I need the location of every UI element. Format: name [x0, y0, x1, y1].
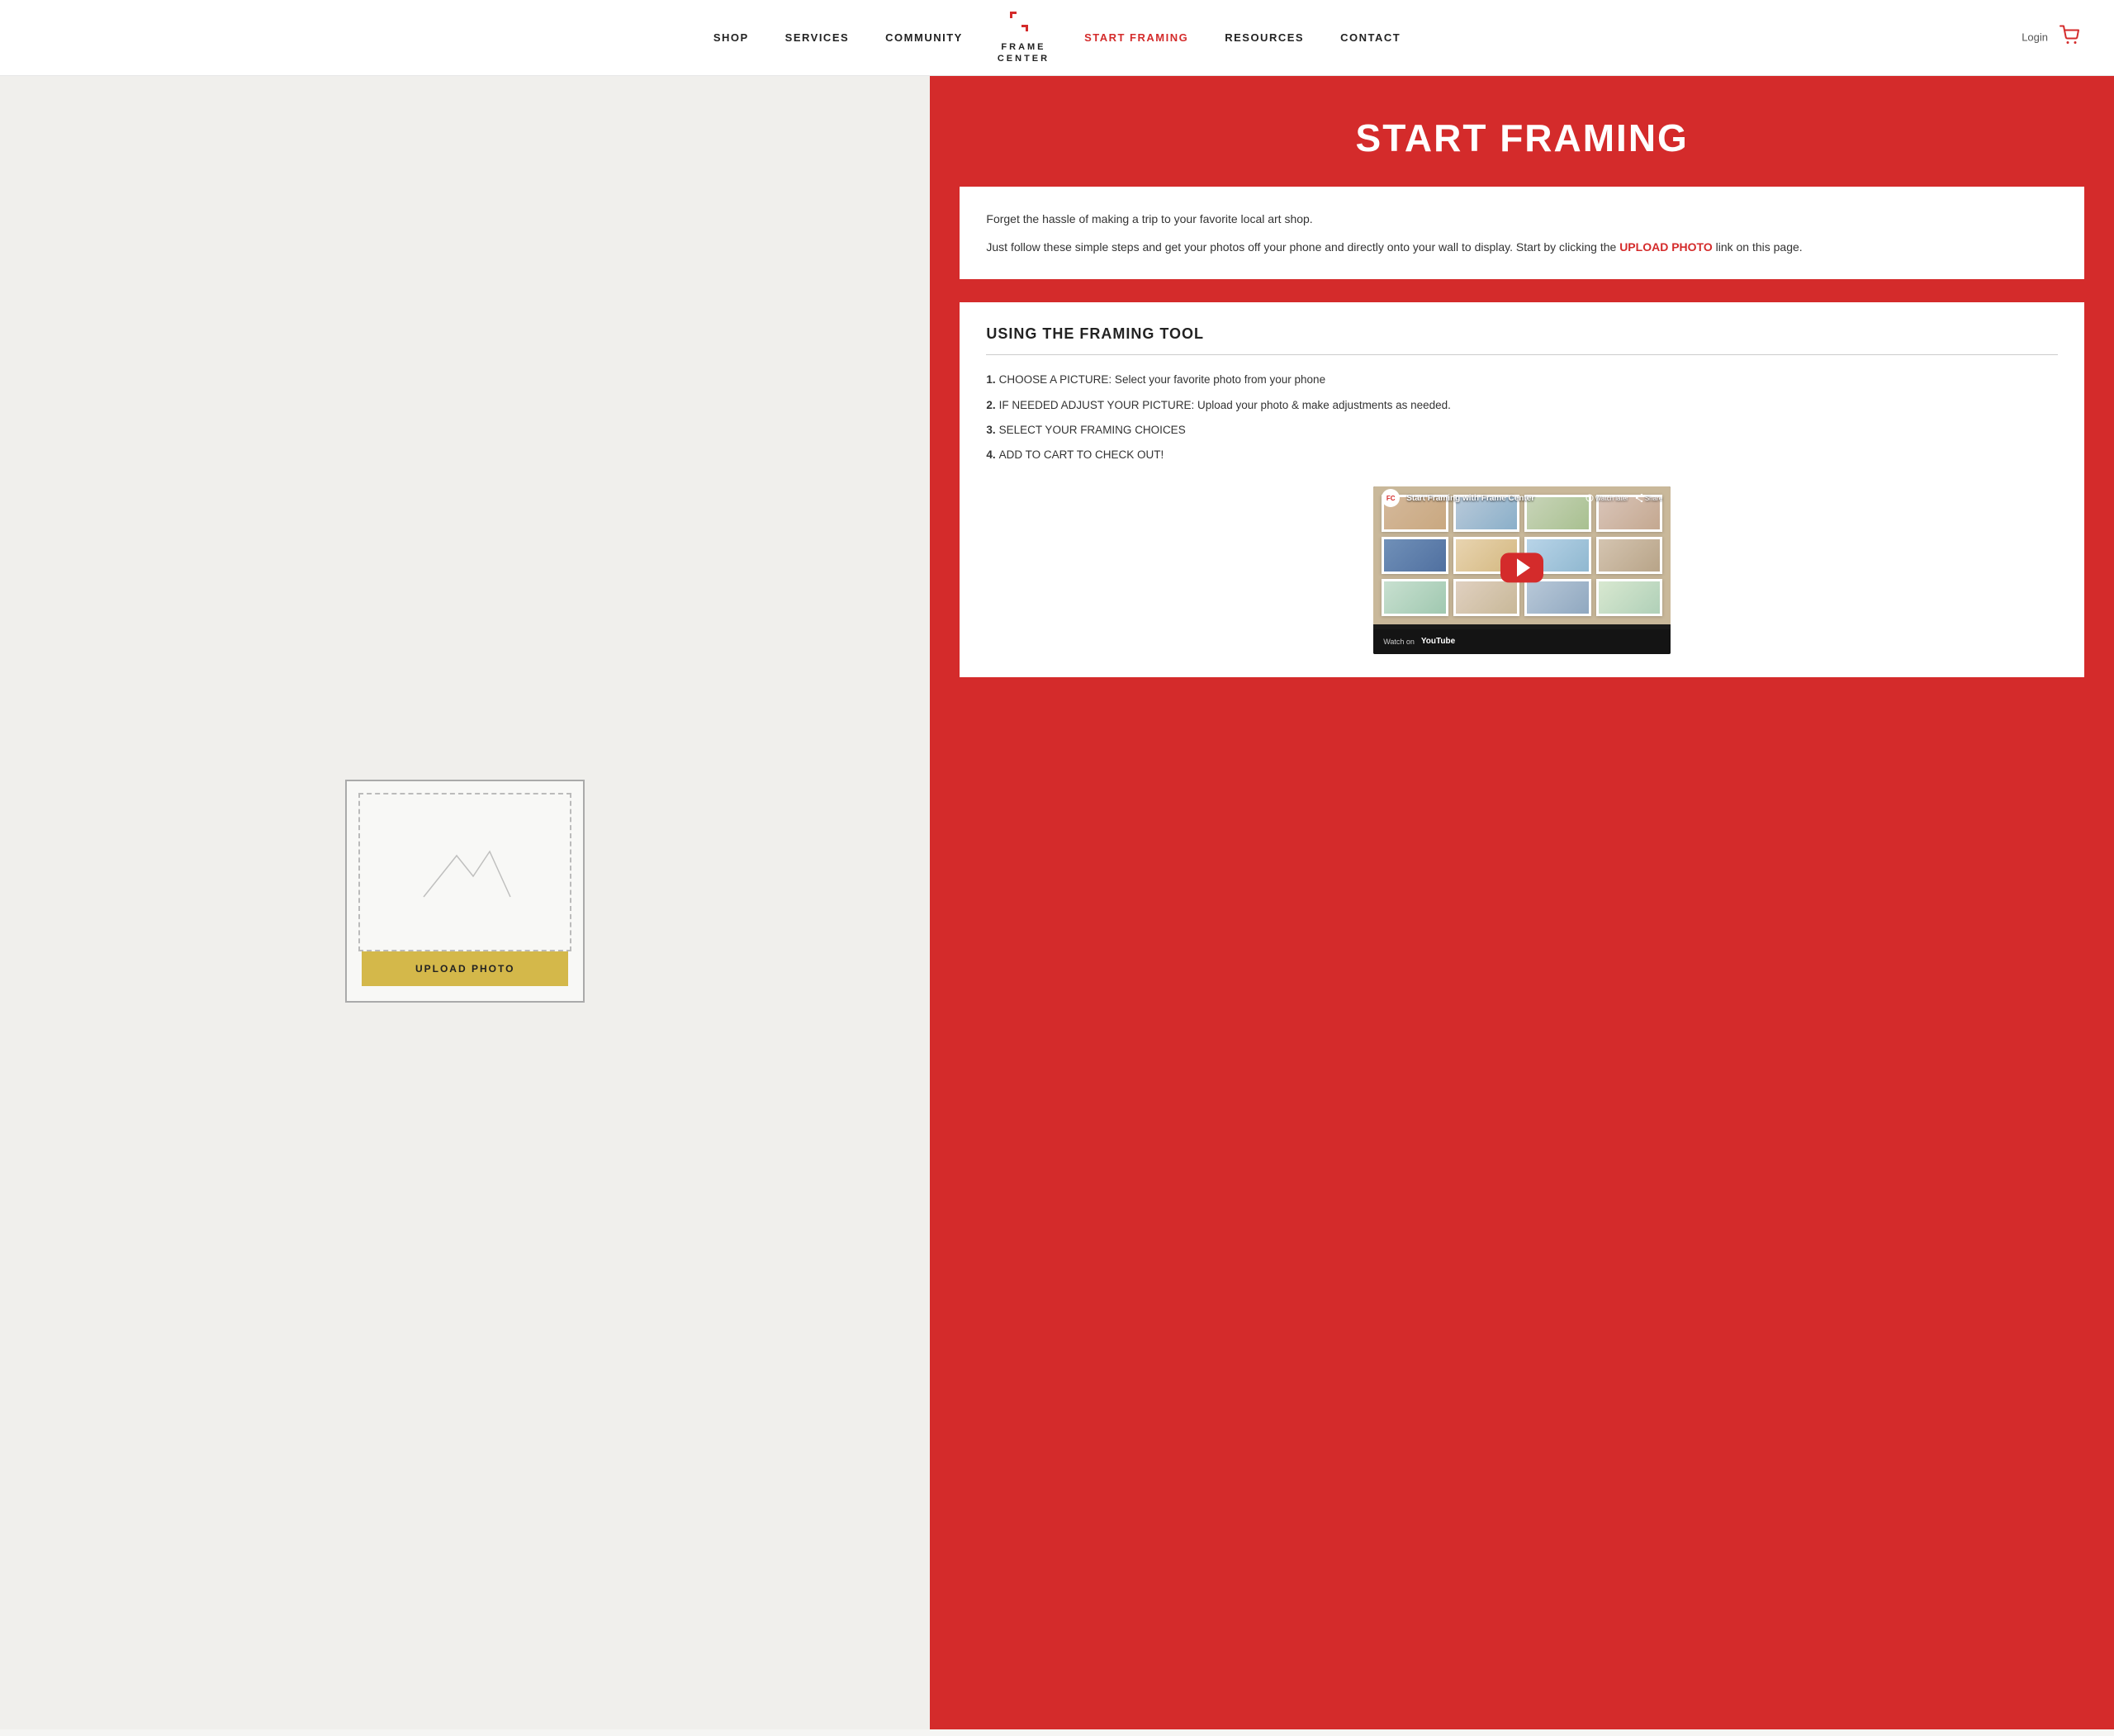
- cart-button[interactable]: [2059, 26, 2081, 50]
- upload-link[interactable]: UPLOAD PHOTO: [1619, 240, 1713, 254]
- intro-para-2: Just follow these simple steps and get y…: [986, 238, 2058, 256]
- watch-later-icon: [1586, 494, 1594, 502]
- watch-on-label: Watch on: [1383, 638, 1415, 646]
- logo-text: FRAMECENTER: [998, 41, 1050, 65]
- logo-icon: [1008, 10, 1038, 40]
- video-title: Start Framing with Frame Center: [1406, 494, 1585, 503]
- step-1: 1.CHOOSE A PICTURE: Select your favorite…: [986, 372, 2058, 388]
- share-icon: [1635, 494, 1643, 502]
- step-3: 3.SELECT YOUR FRAMING CHOICES: [986, 422, 2058, 439]
- nav-item-shop[interactable]: SHOP: [695, 25, 767, 50]
- header: SHOP SERVICES COMMUNITY FRAMECENTER STAR…: [0, 0, 2114, 76]
- main-nav: SHOP SERVICES COMMUNITY FRAMECENTER STAR…: [33, 10, 2081, 65]
- intro-card: Forget the hassle of making a trip to yo…: [960, 187, 2084, 280]
- video-embed[interactable]: FC Start Framing with Frame Center Watch…: [1373, 486, 1671, 654]
- play-button[interactable]: [1500, 553, 1543, 582]
- play-icon: [1517, 558, 1530, 576]
- intro-para-1: Forget the hassle of making a trip to yo…: [986, 210, 2058, 228]
- video-inner: FC Start Framing with Frame Center Watch…: [1373, 486, 1671, 654]
- nav-item-resources[interactable]: RESOURCES: [1206, 25, 1322, 50]
- login-link[interactable]: Login: [2022, 31, 2048, 44]
- framing-card-title: USING THE FRAMING TOOL: [986, 325, 2058, 343]
- step-2: 2.IF NEEDED ADJUST YOUR PICTURE: Upload …: [986, 397, 2058, 414]
- cart-icon: [2059, 26, 2081, 45]
- logo[interactable]: FRAMECENTER: [981, 10, 1066, 65]
- nav-item-community[interactable]: COMMUNITY: [867, 25, 981, 50]
- nav-item-services[interactable]: SERVICES: [767, 25, 868, 50]
- framing-divider: [986, 354, 2058, 355]
- mountain-illustration: [415, 839, 514, 905]
- youtube-logo: YouTube: [1421, 637, 1455, 646]
- right-panel: START FRAMING Forget the hassle of makin…: [930, 76, 2114, 1729]
- photo-frame-inner: [358, 793, 571, 951]
- upload-photo-button[interactable]: UPLOAD PHOTO: [362, 951, 568, 986]
- watch-later-btn[interactable]: Watch later: [1586, 494, 1628, 502]
- video-bottom-bar: Watch on YouTube: [1373, 629, 1671, 654]
- video-topbar: FC Start Framing with Frame Center Watch…: [1373, 486, 1671, 510]
- photo-frame-box: UPLOAD PHOTO: [345, 780, 585, 1003]
- page-title: START FRAMING: [960, 116, 2084, 160]
- step-4: 4.ADD TO CART TO CHECK OUT!: [986, 447, 2058, 463]
- video-channel-logo: FC: [1382, 489, 1400, 507]
- main-container: UPLOAD PHOTO START FRAMING Forget the ha…: [0, 76, 2114, 1729]
- share-btn[interactable]: Share: [1635, 494, 1662, 502]
- framing-card: USING THE FRAMING TOOL 1.CHOOSE A PICTUR…: [960, 302, 2084, 677]
- steps-list: 1.CHOOSE A PICTURE: Select your favorite…: [986, 372, 2058, 463]
- left-panel: UPLOAD PHOTO: [0, 76, 930, 1729]
- header-actions: Login: [2022, 26, 2081, 50]
- nav-item-contact[interactable]: CONTACT: [1322, 25, 1419, 50]
- video-actions: Watch later Share: [1586, 494, 1663, 502]
- nav-item-start-framing[interactable]: START FRAMING: [1066, 25, 1206, 50]
